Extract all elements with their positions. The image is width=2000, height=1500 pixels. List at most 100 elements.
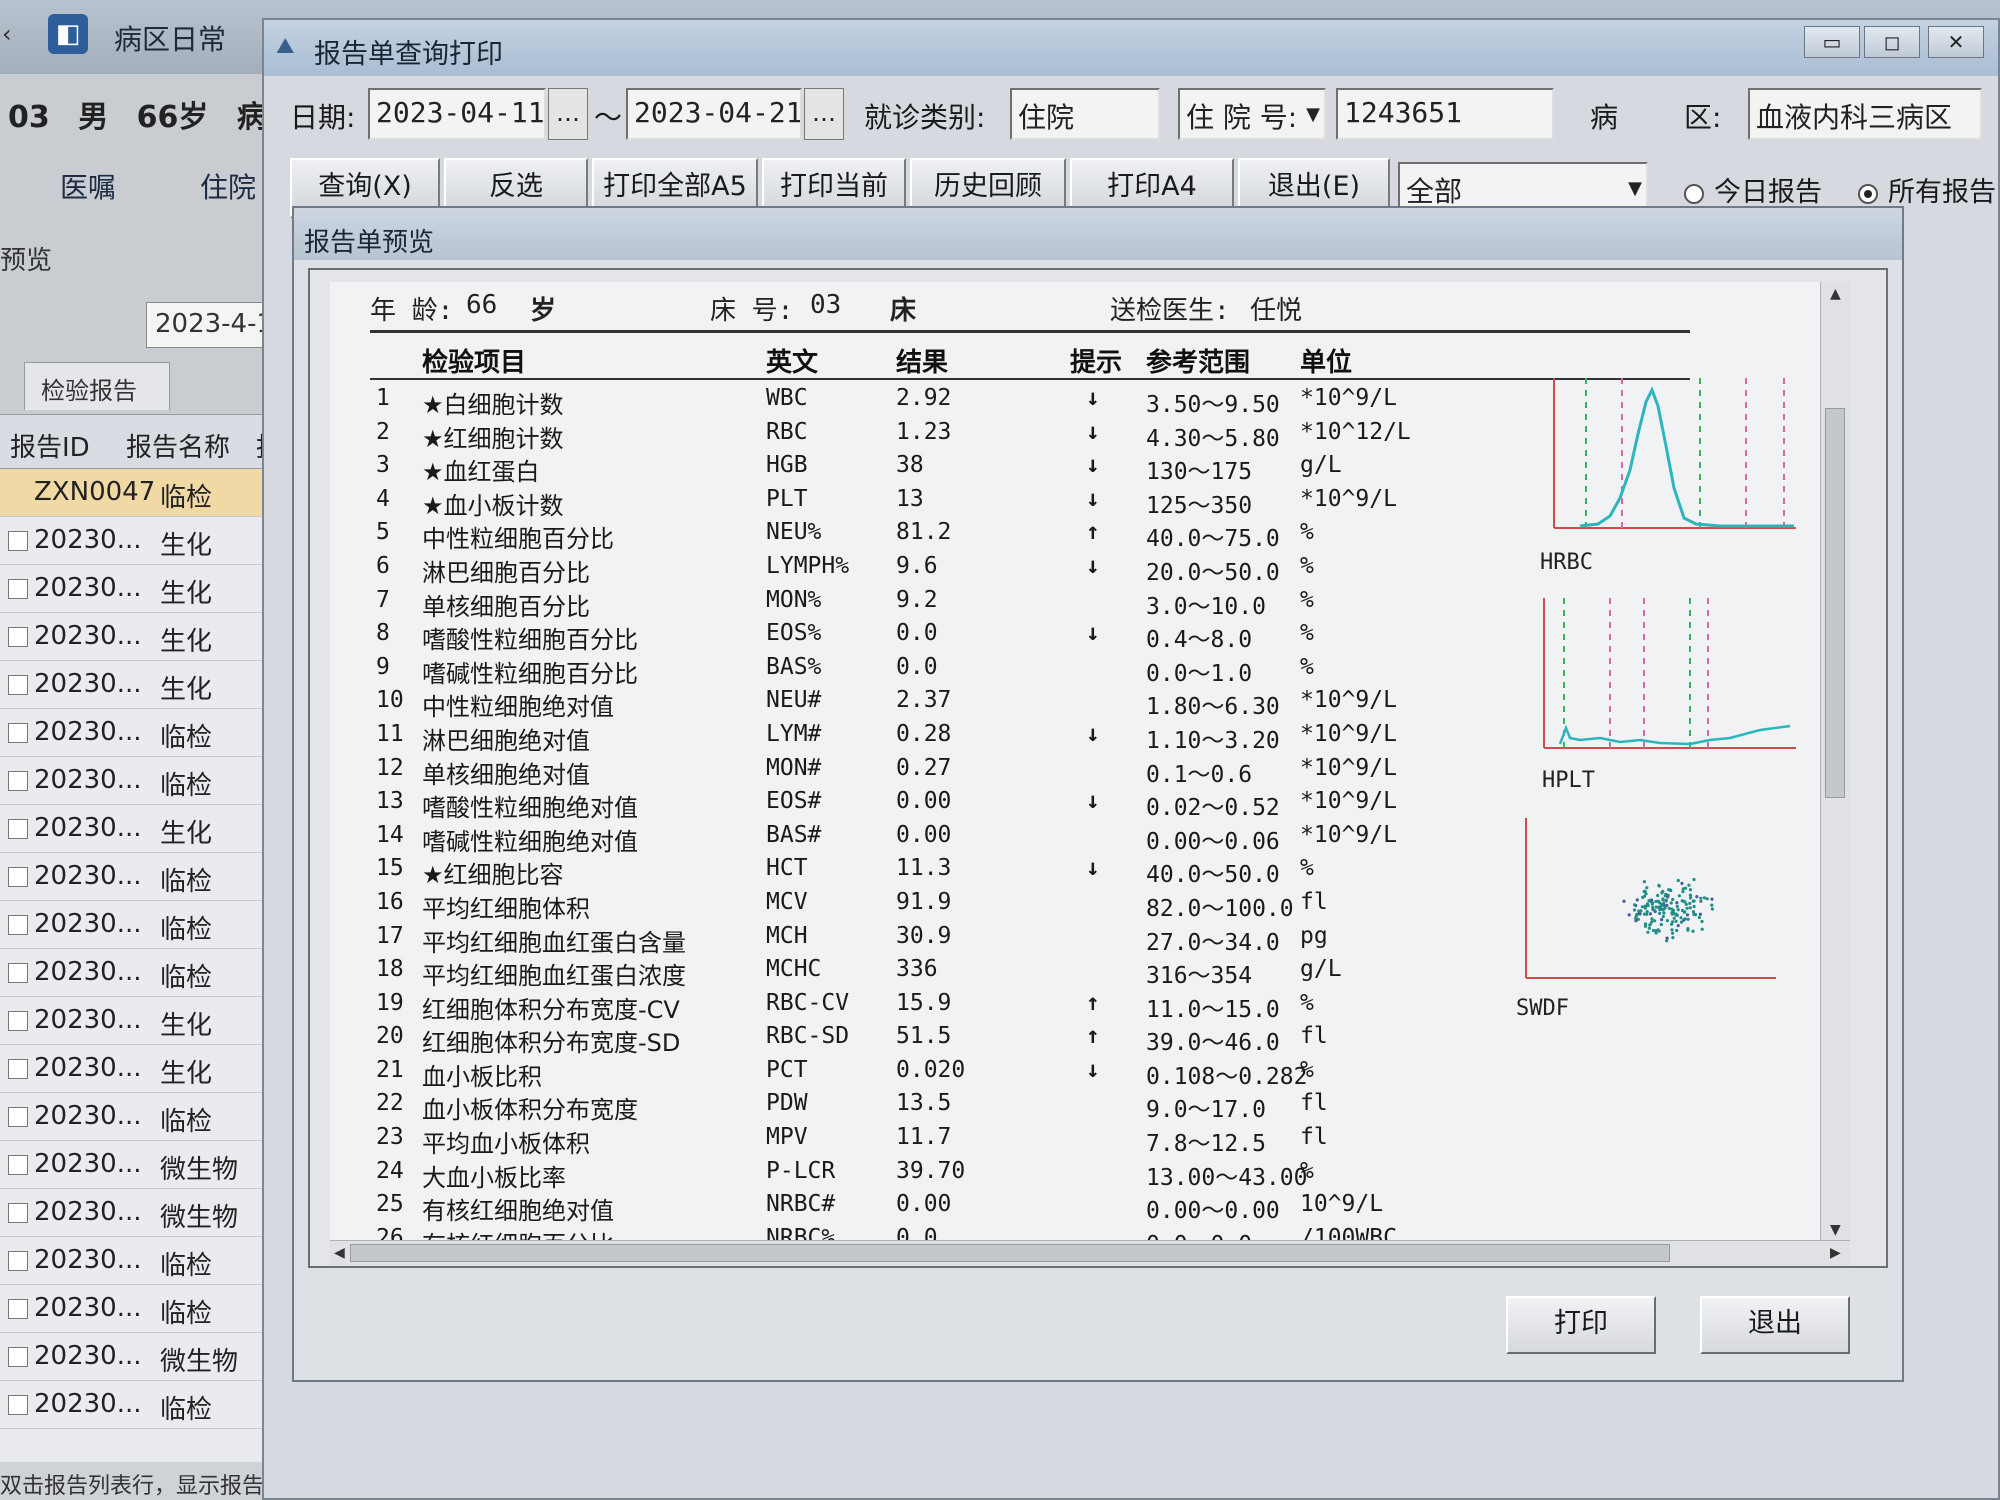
table-row[interactable]: 20230...临检15	[0, 1093, 290, 1141]
row-report-name: 生化	[160, 1011, 213, 1041]
scatter-dot	[1645, 910, 1649, 914]
row-result: 30.9	[896, 922, 952, 949]
table-row[interactable]: 20230...生化14	[0, 517, 290, 565]
row-checkbox[interactable]	[8, 1107, 28, 1127]
date-to-field[interactable]: 2023-04-21	[626, 88, 802, 140]
maximize-button[interactable]: ◻	[1864, 26, 1920, 58]
window-app-icon: ⛰	[276, 34, 295, 59]
row-checkbox[interactable]	[8, 1347, 28, 1367]
scroll-right-icon[interactable]: ▶	[1830, 1245, 1841, 1261]
date-from-field[interactable]: 2023-04-11	[368, 88, 546, 140]
row-report-name: 临检	[160, 723, 213, 753]
row-checkbox[interactable]	[8, 915, 28, 935]
table-row[interactable]: 20230...临检15	[0, 901, 290, 949]
table-row: 12 单核细胞绝对值 MON# 0.27 0.1～0.6 *10^9/L	[370, 752, 1570, 789]
scatter-dot	[1667, 906, 1671, 910]
scroll-down-icon[interactable]: ▼	[1830, 1222, 1841, 1238]
row-reference-range: 82.0～100.0	[1146, 895, 1294, 922]
preview-horizontal-scrollbar[interactable]: ◀ ▶	[330, 1240, 1850, 1266]
row-checkbox[interactable]	[8, 1203, 28, 1223]
table-row[interactable]: 20230...生化14	[0, 805, 290, 853]
row-result: 9.6	[896, 552, 938, 579]
preview-label: 预览	[0, 246, 53, 276]
row-report-id: 20230...	[34, 717, 142, 747]
row-checkbox[interactable]	[8, 963, 28, 983]
table-row[interactable]: 20230...微生物16	[0, 1333, 290, 1381]
vertical-scroll-thumb[interactable]	[1825, 408, 1845, 798]
row-english-code: MCV	[766, 888, 808, 915]
row-english-code: MON#	[766, 754, 822, 781]
table-row[interactable]: 20230...微生物16	[0, 1141, 290, 1189]
ward-field[interactable]: 血液内科三病区	[1748, 88, 1982, 140]
row-checkbox[interactable]	[8, 1251, 28, 1271]
table-row[interactable]: 20230...临检15	[0, 1237, 290, 1285]
row-checkbox[interactable]	[8, 1299, 28, 1319]
row-report-name: 临检	[160, 963, 213, 993]
horizontal-scroll-thumb[interactable]	[350, 1244, 1670, 1262]
radio-today-report[interactable]: 今日报告	[1684, 170, 1822, 209]
table-row[interactable]: 20230...临检15	[0, 757, 290, 805]
row-checkbox[interactable]	[8, 579, 28, 599]
scatter-dot	[1647, 926, 1651, 930]
minimize-button[interactable]: ▭	[1804, 26, 1860, 58]
back-arrow-icon[interactable]: ‹	[2, 20, 12, 48]
row-checkbox[interactable]	[8, 1395, 28, 1415]
row-checkbox[interactable]	[8, 867, 28, 887]
row-english-code: HGB	[766, 452, 808, 479]
row-reference-range: 11.0～15.0	[1146, 996, 1280, 1023]
table-row[interactable]: 20230...临检15	[0, 1285, 290, 1333]
row-number: 5	[376, 519, 390, 546]
row-result: 0.0	[896, 620, 938, 647]
visit-type-field[interactable]: 住院	[1010, 88, 1160, 140]
tab-lab-report[interactable]: 检验报告	[24, 362, 170, 410]
row-checkbox[interactable]	[8, 1059, 28, 1079]
row-checkbox[interactable]	[8, 627, 28, 647]
table-row[interactable]: 20230...临检15	[0, 1381, 290, 1429]
column-report-name[interactable]: 报告名称	[126, 427, 230, 464]
id-type-dropdown[interactable]: 住 院 号: ▼	[1178, 88, 1326, 140]
table-row[interactable]: 20230...生化14	[0, 997, 290, 1045]
table-row: 20 红细胞体积分布宽度-SD RBC-SD 51.5 ↑ 39.0～46.0 fl	[370, 1020, 1570, 1057]
scatter-dot	[1697, 915, 1701, 920]
column-result: 结果	[896, 348, 949, 378]
row-checkbox[interactable]	[8, 1155, 28, 1175]
visit-type-label: 就诊类别:	[864, 101, 986, 134]
close-button[interactable]: ✕	[1928, 26, 1984, 58]
preview-exit-button[interactable]: 退出	[1700, 1296, 1850, 1354]
row-english-code: RBC-SD	[766, 1023, 850, 1050]
tab-inpatient[interactable]: 住院	[200, 166, 256, 206]
row-unit: *10^12/L	[1300, 418, 1411, 445]
row-flag: ↓	[1086, 485, 1100, 512]
table-row[interactable]: 20230...临检15	[0, 853, 290, 901]
scatter-dot	[1643, 904, 1647, 908]
date-to-picker-button[interactable]: …	[804, 88, 844, 140]
table-row[interactable]: 20230...生化14	[0, 565, 290, 613]
table-row[interactable]: 20230...生化14	[0, 613, 290, 661]
scroll-up-icon[interactable]: ▲	[1830, 286, 1841, 302]
table-row[interactable]: 20230...微生物16	[0, 1189, 290, 1237]
row-checkbox[interactable]	[8, 771, 28, 791]
row-result: 11.3	[896, 855, 952, 882]
row-unit: %	[1300, 653, 1314, 680]
row-report-name: 临检	[160, 1299, 213, 1329]
table-row[interactable]: 20230...临检15	[0, 709, 290, 757]
preview-vertical-scrollbar[interactable]: ▲ ▼	[1820, 282, 1850, 1242]
inpatient-number-field[interactable]: 1243651	[1336, 88, 1554, 140]
row-checkbox[interactable]	[8, 531, 28, 551]
date-from-picker-button[interactable]: …	[548, 88, 588, 140]
row-checkbox[interactable]	[8, 723, 28, 743]
table-row[interactable]: 20230...生化14	[0, 661, 290, 709]
column-report-id[interactable]: 报告ID	[10, 427, 90, 464]
radio-all-reports[interactable]: 所有报告	[1858, 170, 1996, 209]
print-button[interactable]: 打印	[1506, 1296, 1656, 1354]
tab-orders[interactable]: 医嘱	[60, 166, 116, 206]
table-row[interactable]: 20230...临检15	[0, 949, 290, 997]
row-checkbox[interactable]	[8, 675, 28, 695]
row-checkbox[interactable]	[8, 1011, 28, 1031]
row-checkbox[interactable]	[8, 819, 28, 839]
scroll-left-icon[interactable]: ◀	[334, 1245, 345, 1261]
table-row: 9 嗜碱性粒细胞百分比 BAS% 0.0 0.0～1.0%	[370, 651, 1570, 688]
table-row[interactable]: 20230...生化14	[0, 1045, 290, 1093]
table-row[interactable]: ZXN0047临检15	[0, 469, 290, 517]
scatter-dot	[1676, 924, 1680, 928]
